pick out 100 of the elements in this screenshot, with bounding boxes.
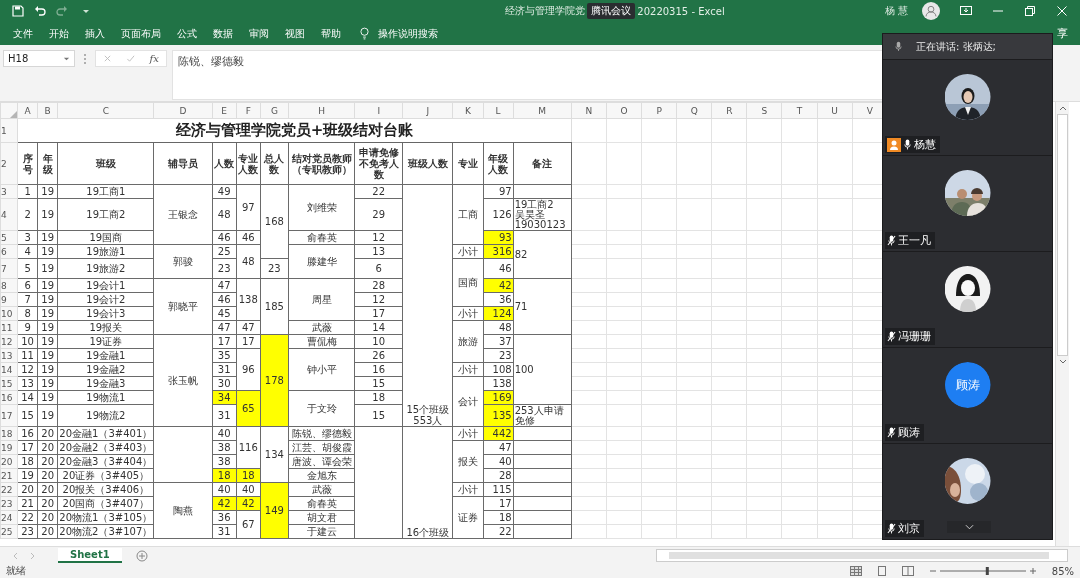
menu-tab[interactable]: 页面布局 bbox=[114, 24, 168, 43]
table-cell: 6 bbox=[17, 278, 38, 293]
menu-tab[interactable]: 公式 bbox=[170, 24, 204, 43]
table-cell: 115 bbox=[483, 482, 514, 497]
close-icon[interactable] bbox=[1056, 6, 1068, 16]
scroll-down-icon[interactable] bbox=[1058, 359, 1067, 365]
table-cell: 19金融3 bbox=[57, 376, 154, 391]
menu-tab[interactable]: 插入 bbox=[78, 24, 112, 43]
customize-icon[interactable] bbox=[82, 7, 90, 15]
lightbulb-icon[interactable] bbox=[360, 27, 369, 40]
table-cell: 20物流2（3#107） bbox=[57, 524, 154, 539]
table-cell: 178 bbox=[260, 334, 289, 427]
muted-microphone-icon[interactable] bbox=[887, 427, 896, 438]
column-header[interactable]: Q bbox=[676, 102, 712, 119]
table-cell: 19工商2 吴昊圣 19030123 bbox=[513, 198, 572, 231]
column-header[interactable]: T bbox=[782, 102, 818, 119]
column-heading: 班级人数 bbox=[402, 142, 453, 185]
table-cell: 周星 bbox=[288, 278, 355, 321]
table-cell: 武薇 bbox=[288, 320, 355, 335]
page-break-icon[interactable] bbox=[901, 566, 914, 576]
column-header[interactable]: F bbox=[236, 102, 261, 119]
name-box[interactable]: H18 bbox=[3, 50, 75, 67]
table-cell: 俞春英 bbox=[288, 230, 355, 245]
muted-microphone-icon[interactable] bbox=[887, 523, 896, 534]
table-cell: 20 bbox=[37, 524, 58, 539]
restore-icon[interactable] bbox=[1024, 6, 1036, 16]
column-header[interactable]: O bbox=[606, 102, 642, 119]
column-header[interactable]: J bbox=[402, 102, 453, 119]
column-header[interactable]: K bbox=[452, 102, 484, 119]
table-cell: 138 bbox=[483, 376, 514, 391]
participant-name: 王一凡 bbox=[898, 233, 931, 248]
column-header[interactable]: L bbox=[483, 102, 514, 119]
horizontal-scrollbar[interactable] bbox=[656, 549, 1068, 562]
table-cell: 19 bbox=[37, 334, 58, 349]
column-heading: 人数 bbox=[212, 142, 237, 185]
chevron-down-icon[interactable] bbox=[964, 524, 974, 530]
column-header[interactable]: H bbox=[288, 102, 355, 119]
table-cell: 20金融2（3#403） bbox=[57, 440, 154, 455]
table-cell: 20国商（3#407） bbox=[57, 496, 154, 511]
table-cell: 郭晓平 bbox=[154, 278, 213, 335]
zoom-slider-thumb[interactable] bbox=[985, 567, 989, 575]
tell-me-search[interactable]: 操作说明搜索 bbox=[371, 24, 445, 43]
column-header[interactable]: I bbox=[354, 102, 403, 119]
share-button[interactable]: 享 bbox=[1057, 26, 1068, 41]
menu-tab[interactable]: 开始 bbox=[42, 24, 76, 43]
table-cell: 47 bbox=[236, 320, 261, 335]
participant-name: 杨慧 bbox=[914, 137, 936, 152]
menu-tab[interactable]: 帮助 bbox=[314, 24, 348, 43]
row-header[interactable]: 2 bbox=[0, 142, 18, 185]
save-icon[interactable] bbox=[12, 5, 24, 17]
muted-microphone-icon[interactable] bbox=[887, 235, 896, 246]
table-cell: 38 bbox=[212, 454, 237, 469]
microphone-icon[interactable] bbox=[903, 139, 912, 150]
sheet-title: 经济与管理学院党员+班级结对台账 bbox=[17, 118, 572, 143]
column-header[interactable]: S bbox=[746, 102, 782, 119]
table-cell: 俞春英 bbox=[288, 496, 355, 511]
row-header[interactable]: 17 bbox=[0, 404, 18, 427]
table-cell: 40 bbox=[236, 482, 261, 497]
zoom-level[interactable]: 85% bbox=[1051, 565, 1074, 577]
column-header[interactable]: N bbox=[571, 102, 607, 119]
menu-tab[interactable]: 视图 bbox=[278, 24, 312, 43]
user-avatar-icon[interactable] bbox=[922, 2, 940, 20]
table-cell: 19工商1 bbox=[57, 184, 154, 199]
table-cell: 20 bbox=[37, 496, 58, 511]
muted-microphone-icon[interactable] bbox=[887, 331, 896, 342]
menu-tab[interactable]: 数据 bbox=[206, 24, 240, 43]
scroll-up-icon[interactable] bbox=[1058, 105, 1067, 111]
column-header[interactable]: M bbox=[513, 102, 572, 119]
table-cell: 报关 bbox=[452, 440, 484, 483]
menu-tab[interactable]: 文件 bbox=[6, 24, 40, 43]
table-cell: 12 bbox=[17, 362, 38, 377]
column-heading: 专业人数 bbox=[236, 142, 261, 185]
vertical-scrollbar[interactable] bbox=[1055, 102, 1069, 546]
ribbon-display-icon[interactable] bbox=[960, 6, 972, 16]
column-header[interactable]: D bbox=[154, 102, 213, 119]
insert-function-button[interactable]: fx bbox=[149, 53, 159, 64]
column-header[interactable]: G bbox=[260, 102, 289, 119]
table-cell: 19 bbox=[37, 320, 58, 335]
column-header[interactable]: B bbox=[37, 102, 58, 119]
table-cell: 江芸、胡俊霞 bbox=[288, 440, 355, 455]
menu-tab[interactable]: 审阅 bbox=[242, 24, 276, 43]
column-header[interactable]: A bbox=[17, 102, 38, 119]
page-layout-icon[interactable] bbox=[875, 566, 888, 576]
table-cell: 13 bbox=[354, 244, 403, 259]
table-cell: 陶燕 bbox=[154, 482, 213, 539]
table-cell: 13 bbox=[17, 376, 38, 391]
table-cell: 20 bbox=[37, 482, 58, 497]
column-header[interactable]: E bbox=[212, 102, 237, 119]
column-header[interactable]: C bbox=[57, 102, 154, 119]
table-cell: 12 bbox=[354, 230, 403, 245]
row-header[interactable]: 1 bbox=[0, 118, 18, 143]
normal-view-icon[interactable] bbox=[849, 566, 862, 576]
row-header[interactable]: 4 bbox=[0, 198, 18, 231]
undo-icon[interactable] bbox=[34, 5, 46, 17]
sheet-tab[interactable]: Sheet1 bbox=[58, 548, 122, 563]
column-header[interactable]: R bbox=[711, 102, 747, 119]
table-cell: 20金融3（3#404） bbox=[57, 454, 154, 469]
redo-icon[interactable] bbox=[56, 5, 68, 17]
column-header[interactable]: P bbox=[641, 102, 677, 119]
column-header[interactable]: U bbox=[817, 102, 853, 119]
